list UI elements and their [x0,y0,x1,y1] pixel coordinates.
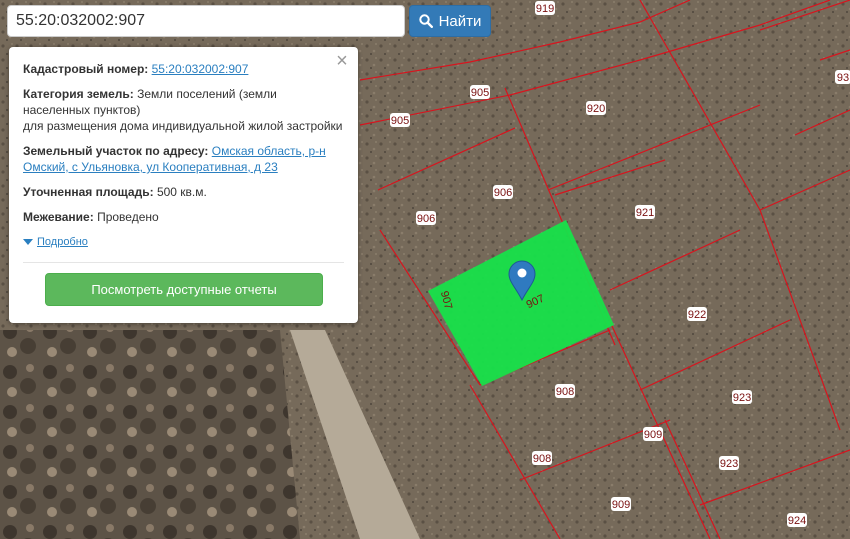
svg-text:909: 909 [612,499,630,511]
svg-text:93: 93 [837,72,849,84]
svg-text:921: 921 [636,207,654,219]
divider [23,262,344,263]
category-label: Категория земель: [23,87,134,101]
plot-label-909: 909 [643,427,663,441]
survey-value: Проведено [97,210,159,224]
plot-label-909b: 909 [611,497,631,511]
plot-label-905b: 905 [390,113,410,127]
details-toggle[interactable]: Подробно [23,234,344,250]
cadastral-row: Кадастровый номер: 55:20:032002:907 [23,61,344,77]
close-icon[interactable]: × [334,51,350,71]
search-button[interactable]: Найти [409,5,491,37]
plot-label-908: 908 [555,384,575,398]
svg-text:923: 923 [733,392,751,404]
cadastral-label: Кадастровый номер: [23,62,149,76]
survey-label: Межевание: [23,210,94,224]
plot-label-906: 906 [493,185,513,199]
plot-label-923b: 923 [719,456,739,470]
svg-text:908: 908 [556,386,574,398]
cadastral-number-link[interactable]: 55:20:032002:907 [152,62,249,76]
svg-text:924: 924 [788,515,806,527]
svg-text:922: 922 [688,309,706,321]
area-value: 500 кв.м. [156,185,207,199]
plot-label-919: 919 [535,1,555,15]
svg-text:923: 923 [720,458,738,470]
details-link[interactable]: Подробно [37,234,88,250]
search-input[interactable] [7,5,405,37]
category-row: Категория земель: Земли поселений (земли… [23,86,344,134]
parcel-info-panel: × Кадастровый номер: 55:20:032002:907 Ка… [9,47,358,323]
plot-label-920: 920 [586,101,606,115]
plot-label-906b: 906 [416,211,436,225]
category-usage: для размещения дома индивидуальной жилой… [23,119,343,133]
search-icon [418,14,433,28]
plot-label-905: 905 [470,85,490,99]
svg-text:905: 905 [391,115,409,127]
svg-text:908: 908 [533,453,551,465]
view-reports-button[interactable]: Посмотреть доступные отчеты [45,273,323,306]
svg-text:919: 919 [536,3,554,15]
plot-label-922: 922 [687,307,707,321]
search-button-label: Найти [438,12,482,30]
plot-label-908b: 908 [532,451,552,465]
svg-text:909: 909 [644,429,662,441]
triangle-down-icon [23,239,33,245]
svg-text:906: 906 [417,213,435,225]
plot-label-923: 923 [732,390,752,404]
tree-area [0,330,300,539]
area-row: Уточненная площадь: 500 кв.м. [23,184,344,200]
plot-label-924: 924 [787,513,807,527]
area-label: Уточненная площадь: [23,185,154,199]
address-label: Земельный участок по адресу: [23,144,209,158]
address-row: Земельный участок по адресу: Омская обла… [23,143,344,175]
svg-text:906: 906 [494,187,512,199]
plot-label-921: 921 [635,205,655,219]
survey-row: Межевание: Проведено [23,209,344,225]
svg-text:905: 905 [471,87,489,99]
svg-text:920: 920 [587,103,605,115]
plot-label-93: 93 [835,70,850,84]
